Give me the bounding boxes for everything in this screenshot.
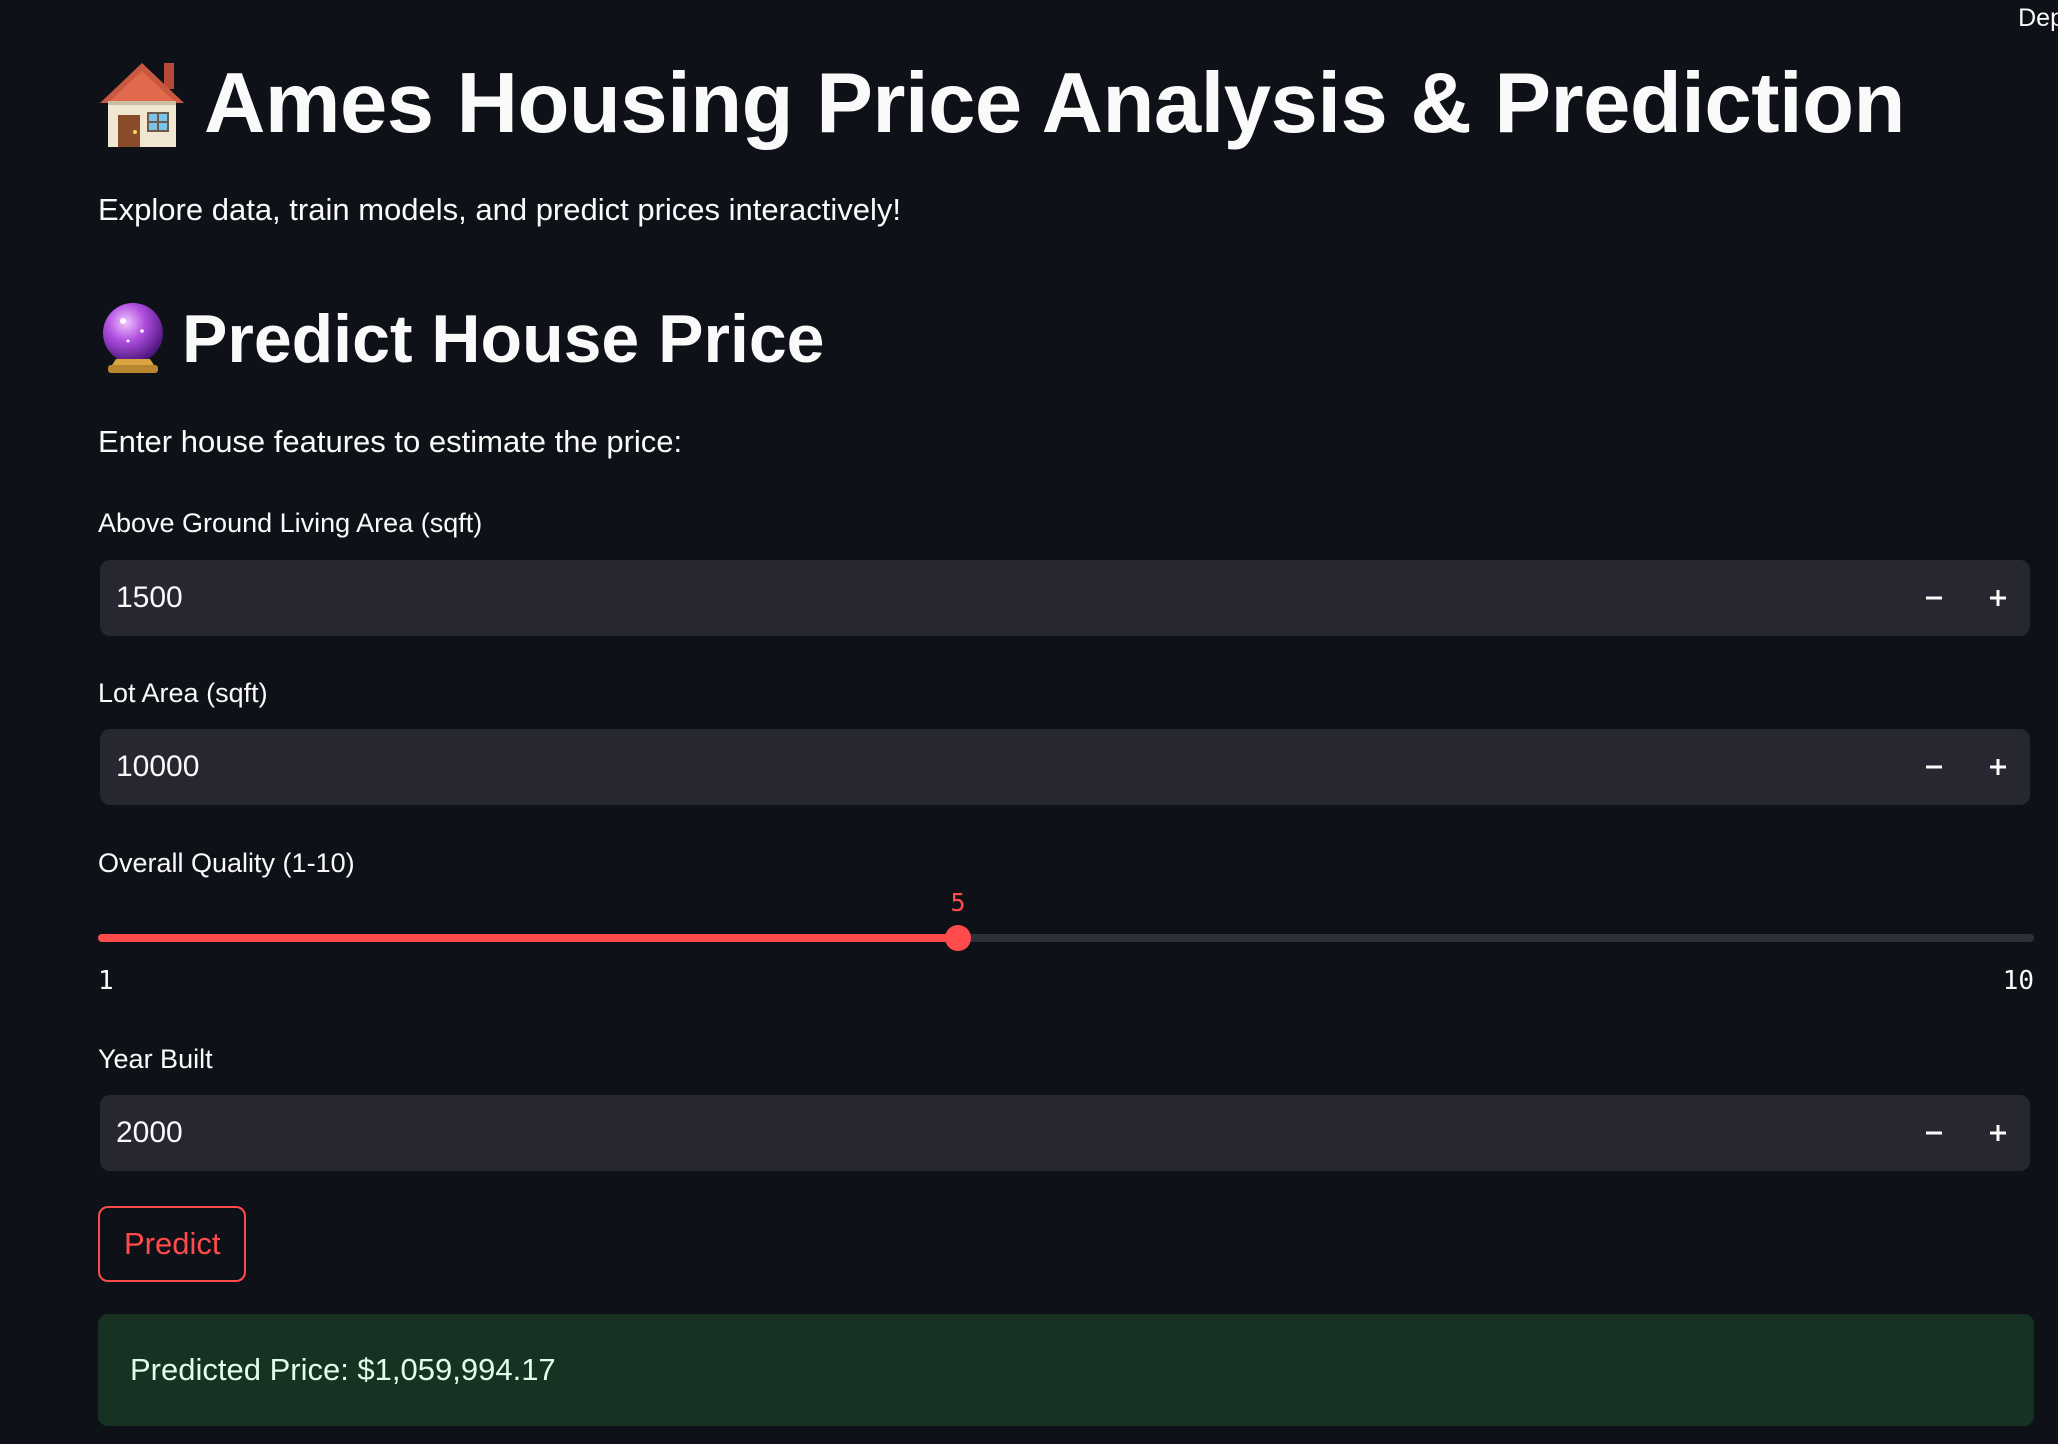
lot-area-input[interactable]: 10000 bbox=[100, 729, 2030, 805]
year-built-label: Year Built bbox=[98, 1044, 213, 1074]
year-built-decrement-button[interactable] bbox=[1902, 1095, 1966, 1171]
page-subtitle: Explore data, train models, and predict … bbox=[98, 192, 901, 227]
page-title: Ames Housing Price Analysis & Prediction bbox=[98, 55, 1905, 153]
slider-min-label: 1 bbox=[98, 966, 114, 996]
lot-area-increment-button[interactable] bbox=[1966, 729, 2030, 805]
instructions-text: Enter house features to estimate the pri… bbox=[98, 424, 683, 459]
crystal-ball-icon bbox=[98, 301, 168, 377]
slider-track[interactable] bbox=[98, 934, 2034, 942]
plus-icon bbox=[1990, 1125, 2006, 1141]
living-area-value[interactable]: 1500 bbox=[100, 581, 1902, 615]
quality-label: Overall Quality (1-10) bbox=[98, 848, 355, 878]
year-built-value[interactable]: 2000 bbox=[100, 1116, 1902, 1150]
slider-thumb[interactable] bbox=[945, 925, 971, 951]
minus-icon bbox=[1926, 765, 1942, 769]
deploy-button[interactable]: Dep bbox=[2018, 4, 2058, 33]
slider-max-label: 10 bbox=[2002, 966, 2034, 996]
app-page: Dep Ames Housing Price Analysis & Predic… bbox=[0, 0, 2058, 1444]
living-area-increment-button[interactable] bbox=[1966, 560, 2030, 636]
slider-track-fill bbox=[98, 934, 958, 942]
prediction-result-alert: Predicted Price: $1,059,994.17 bbox=[98, 1314, 2034, 1426]
lot-area-value[interactable]: 10000 bbox=[100, 750, 1902, 784]
minus-icon bbox=[1926, 1131, 1942, 1135]
year-built-increment-button[interactable] bbox=[1966, 1095, 2030, 1171]
prediction-result-text: Predicted Price: $1,059,994.17 bbox=[130, 1352, 556, 1387]
section-heading-text: Predict House Price bbox=[182, 301, 825, 377]
house-icon bbox=[98, 59, 186, 149]
lot-area-label: Lot Area (sqft) bbox=[98, 678, 268, 708]
predict-button[interactable]: Predict bbox=[98, 1206, 247, 1282]
living-area-input[interactable]: 1500 bbox=[100, 560, 2030, 636]
living-area-label: Above Ground Living Area (sqft) bbox=[98, 508, 483, 538]
plus-icon bbox=[1990, 590, 2006, 606]
minus-icon bbox=[1926, 596, 1942, 600]
page-title-text: Ames Housing Price Analysis & Prediction bbox=[204, 56, 1905, 151]
lot-area-decrement-button[interactable] bbox=[1902, 729, 1966, 805]
slider-current-value: 5 bbox=[950, 888, 966, 917]
plus-icon bbox=[1990, 759, 2006, 775]
section-heading: Predict House Price bbox=[98, 300, 824, 378]
quality-slider[interactable]: 5 1 10 bbox=[98, 884, 2034, 1004]
living-area-decrement-button[interactable] bbox=[1902, 560, 1966, 636]
year-built-input[interactable]: 2000 bbox=[100, 1095, 2030, 1171]
